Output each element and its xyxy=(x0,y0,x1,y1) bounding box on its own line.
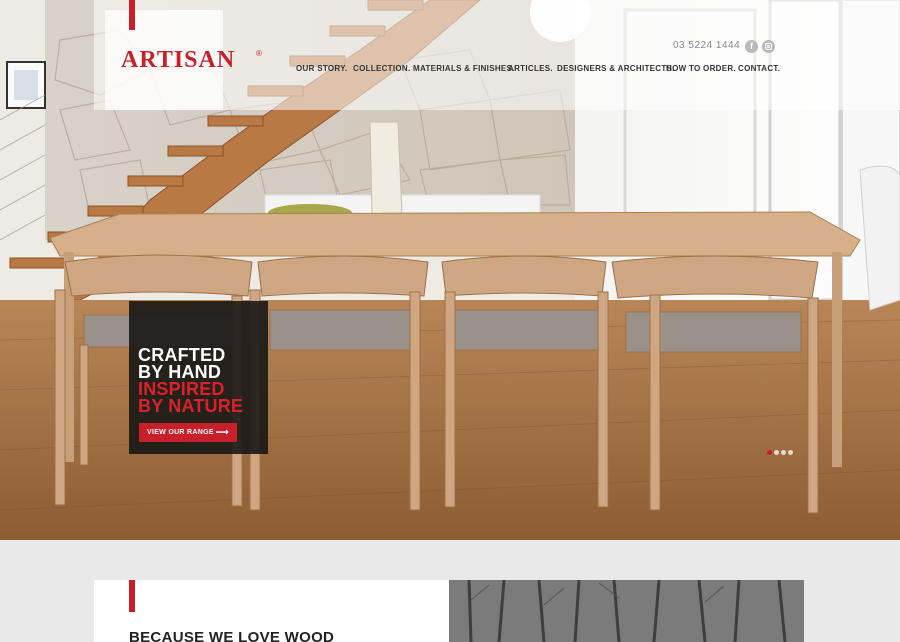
facebook-icon[interactable]: f xyxy=(745,40,758,53)
slider-dot-3[interactable] xyxy=(781,450,786,455)
slider-dot-2[interactable] xyxy=(774,450,779,455)
view-our-range-label: VIEW OUR RANGE xyxy=(147,429,214,436)
instagram-icon-lens xyxy=(767,45,770,48)
slider-dot-1[interactable] xyxy=(767,450,772,455)
nav-our-story[interactable]: OUR STORY. xyxy=(296,64,347,73)
hero-banner: ARTISAN ® 03 5224 1444 f OUR STORY. COLL… xyxy=(0,0,900,540)
slider-dot-4[interactable] xyxy=(788,450,793,455)
main-navigation: OUR STORY. COLLECTION. MATERIALS & FINIS… xyxy=(0,64,900,76)
section-title: BECAUSE WE LOVE WOOD xyxy=(129,629,335,642)
hero-headline-line-4: BY NATURE xyxy=(138,396,244,416)
section-accent-bar xyxy=(129,580,135,612)
view-our-range-button[interactable]: VIEW OUR RANGE ⟶ xyxy=(139,423,237,442)
nav-collection[interactable]: COLLECTION. xyxy=(353,64,411,73)
phone-number[interactable]: 03 5224 1444 xyxy=(673,40,740,51)
nav-how-to-order[interactable]: HOW TO ORDER. xyxy=(666,64,736,73)
instagram-icon[interactable] xyxy=(762,40,775,53)
forest-image xyxy=(449,580,804,642)
forest-photo xyxy=(449,580,804,642)
logo-accent-bar xyxy=(129,0,135,30)
nav-articles[interactable]: ARTICLES. xyxy=(508,64,553,73)
registered-mark: ® xyxy=(256,49,262,58)
nav-contact[interactable]: CONTACT. xyxy=(738,64,780,73)
nav-designers-architects[interactable]: DESIGNERS & ARCHITECTS. xyxy=(557,64,675,73)
arrow-right-icon: ⟶ xyxy=(215,427,229,437)
nav-materials-finishes[interactable]: MATERIALS & FINISHES. xyxy=(413,64,515,73)
